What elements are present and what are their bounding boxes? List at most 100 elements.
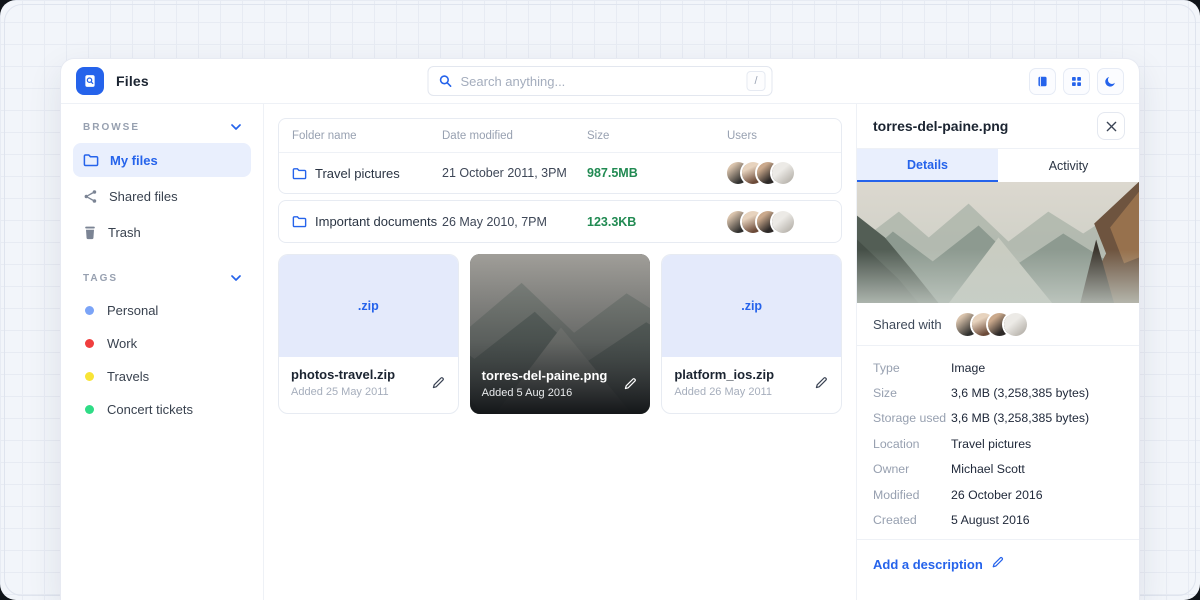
detail-row-modified: Modified 26 October 2016 xyxy=(873,482,1123,507)
folder-table-row-card: Important documents 26 May 2010, 7PM 123… xyxy=(278,200,842,243)
zip-extension-label: .zip xyxy=(741,299,762,313)
folder-size: 123.3KB xyxy=(587,215,727,229)
detail-label: Modified xyxy=(873,488,951,502)
close-icon xyxy=(1106,121,1117,132)
file-card-footer: photos-travel.zip Added 25 May 2011 xyxy=(279,357,458,413)
tag-label: Personal xyxy=(107,303,158,318)
detail-row-owner: Owner Michael Scott xyxy=(873,457,1123,482)
notebook-button[interactable] xyxy=(1029,68,1056,95)
browse-section-header[interactable]: BROWSE xyxy=(73,120,251,143)
shared-with-row: Shared with xyxy=(857,303,1139,346)
tag-item-personal[interactable]: Personal xyxy=(73,294,251,327)
zip-preview: .zip xyxy=(662,255,841,357)
folder-name: Important documents xyxy=(315,214,437,229)
chevron-down-icon[interactable] xyxy=(231,275,241,282)
folder-icon xyxy=(83,153,99,167)
detail-row-location: Location Travel pictures xyxy=(873,431,1123,456)
sidebar: BROWSE My files xyxy=(61,104,264,600)
detail-label: Location xyxy=(873,437,951,451)
search-icon xyxy=(439,74,453,88)
tags-section-label: TAGS xyxy=(83,273,118,284)
tab-details[interactable]: Details xyxy=(857,149,998,182)
shared-with-label: Shared with xyxy=(873,317,942,332)
tab-activity[interactable]: Activity xyxy=(998,149,1139,182)
tag-item-travels[interactable]: Travels xyxy=(73,360,251,393)
topbar-actions xyxy=(1029,68,1124,95)
edit-pencil-icon[interactable] xyxy=(431,375,446,395)
grid-icon xyxy=(1070,75,1083,88)
avatar xyxy=(772,211,794,233)
main-content: Folder name Date modified Size Users Tra… xyxy=(264,104,856,600)
file-added-date: Added 25 May 2011 xyxy=(291,386,446,398)
detail-label: Storage used xyxy=(873,411,951,425)
desktop-background: Files / xyxy=(0,0,1200,600)
sidebar-item-my-files[interactable]: My files xyxy=(73,143,251,177)
tag-color-dot xyxy=(85,339,94,348)
column-header-date-modified: Date modified xyxy=(442,130,587,142)
tag-label: Work xyxy=(107,336,137,351)
shared-avatars xyxy=(956,313,1027,336)
edit-pencil-icon[interactable] xyxy=(814,375,829,395)
tag-color-dot xyxy=(85,372,94,381)
sidebar-item-label: Shared files xyxy=(109,189,178,204)
detail-row-type: Type Image xyxy=(873,355,1123,380)
tag-color-dot xyxy=(85,405,94,414)
file-card-torres-del-paine-png[interactable]: torres-del-paine.png Added 5 Aug 2016 xyxy=(470,254,651,414)
page-title: Files xyxy=(116,73,149,89)
avatar xyxy=(772,162,794,184)
detail-value: Michael Scott xyxy=(951,462,1025,476)
folder-icon xyxy=(292,167,307,180)
file-card-photos-travel-zip[interactable]: .zip photos-travel.zip Added 25 May 2011 xyxy=(278,254,459,414)
detail-row-created: Created 5 August 2016 xyxy=(873,507,1123,532)
file-card-footer: platform_ios.zip Added 26 May 2011 xyxy=(662,357,841,413)
table-row[interactable]: Travel pictures 21 October 2011, 3PM 987… xyxy=(279,152,841,193)
column-header-folder-name: Folder name xyxy=(292,130,442,142)
app-logo[interactable] xyxy=(76,67,104,95)
detail-value: 5 August 2016 xyxy=(951,513,1030,527)
tag-item-concert-tickets[interactable]: Concert tickets xyxy=(73,393,251,426)
detail-value: Image xyxy=(951,361,985,375)
file-card-grid: .zip photos-travel.zip Added 25 May 2011 xyxy=(278,254,842,414)
detail-label: Created xyxy=(873,513,951,527)
folder-name: Travel pictures xyxy=(315,166,400,181)
zip-extension-label: .zip xyxy=(358,299,379,313)
date-modified: 26 May 2010, 7PM xyxy=(442,215,587,229)
tag-color-dot xyxy=(85,306,94,315)
sidebar-item-trash[interactable]: Trash xyxy=(73,215,251,249)
browse-section-label: BROWSE xyxy=(83,122,140,133)
folder-table: Folder name Date modified Size Users Tra… xyxy=(278,118,842,194)
details-panel-header: torres-del-paine.png xyxy=(857,104,1139,149)
chevron-down-icon[interactable] xyxy=(231,124,241,131)
user-avatars xyxy=(727,211,828,233)
date-modified: 21 October 2011, 3PM xyxy=(442,166,587,180)
edit-pencil-icon[interactable] xyxy=(991,555,1005,574)
trash-icon xyxy=(83,225,97,240)
file-added-date: Added 26 May 2011 xyxy=(674,386,829,398)
close-panel-button[interactable] xyxy=(1097,112,1125,140)
folder-size: 987.5MB xyxy=(587,166,727,180)
tag-item-work[interactable]: Work xyxy=(73,327,251,360)
dark-mode-button[interactable] xyxy=(1097,68,1124,95)
detail-value: 26 October 2016 xyxy=(951,488,1043,502)
mountain-photo-preview xyxy=(857,182,1139,303)
share-icon xyxy=(83,189,98,204)
files-app-window: Files / xyxy=(60,58,1140,600)
detail-label: Owner xyxy=(873,462,951,476)
notebook-icon xyxy=(1036,75,1049,88)
tags-section-header[interactable]: TAGS xyxy=(73,271,251,294)
add-description-row: Add a description xyxy=(857,540,1139,589)
file-name: torres-del-paine.png xyxy=(482,368,639,383)
grid-view-button[interactable] xyxy=(1063,68,1090,95)
edit-pencil-icon[interactable] xyxy=(623,376,638,396)
add-description-link[interactable]: Add a description xyxy=(873,557,983,572)
file-card-platform-ios-zip[interactable]: .zip platform_ios.zip Added 26 May 2011 xyxy=(661,254,842,414)
sidebar-item-shared-files[interactable]: Shared files xyxy=(73,179,251,213)
avatar xyxy=(1004,313,1027,336)
file-name: platform_ios.zip xyxy=(674,367,829,382)
zip-preview: .zip xyxy=(279,255,458,357)
search-input[interactable] xyxy=(461,74,739,89)
user-avatars xyxy=(727,162,828,184)
detail-label: Size xyxy=(873,386,951,400)
table-row[interactable]: Important documents 26 May 2010, 7PM 123… xyxy=(279,201,841,242)
search-bar[interactable]: / xyxy=(428,66,773,96)
